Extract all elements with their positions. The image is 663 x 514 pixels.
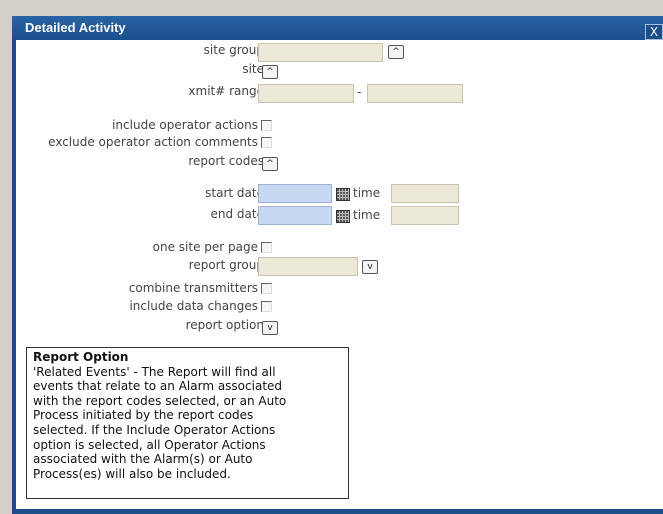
xmit-range-start-field[interactable] xyxy=(258,84,354,103)
dialog-titlebar: Detailed Activity xyxy=(12,16,663,40)
include-data-changes-label: include data changes xyxy=(129,299,258,313)
chevron-up-icon: ^ xyxy=(266,67,274,77)
start-date-label: start date xyxy=(205,186,264,200)
dialog-title: Detailed Activity xyxy=(25,20,126,35)
xmit-range-end-field[interactable] xyxy=(367,84,463,103)
calendar-icon[interactable] xyxy=(336,188,350,201)
tooltip-line: 'Related Events' - The Report will find … xyxy=(33,364,276,379)
start-time-field[interactable] xyxy=(391,184,459,203)
end-date-label: end date xyxy=(210,207,264,221)
start-date-field[interactable] xyxy=(258,184,332,203)
one-site-per-page-label: one site per page xyxy=(152,240,258,254)
site-group-label: site group xyxy=(203,43,264,57)
report-option-label: report option xyxy=(185,318,264,332)
chevron-up-icon: ^ xyxy=(392,47,400,57)
combine-transmitters-checkbox[interactable] xyxy=(261,283,272,294)
chevron-up-icon: ^ xyxy=(266,159,274,169)
start-time-label: time xyxy=(353,186,381,200)
report-option-tooltip: Report Option 'Related Events' - The Rep… xyxy=(26,347,349,499)
close-button[interactable]: X xyxy=(645,24,663,40)
tooltip-line: associated with the Alarm(s) or Auto xyxy=(33,452,253,467)
include-data-changes-checkbox[interactable] xyxy=(261,301,272,312)
tooltip-line: option is selected, all Operator Actions xyxy=(33,437,266,452)
site-label: site xyxy=(242,62,264,76)
tooltip-line: events that relate to an Alarm associate… xyxy=(33,379,283,394)
chevron-down-icon: v xyxy=(267,323,273,333)
chevron-down-icon: v xyxy=(367,262,373,272)
include-operator-actions-checkbox[interactable] xyxy=(261,120,272,131)
tooltip-line: with the report codes selected, or an Au… xyxy=(33,393,287,408)
combine-transmitters-label: combine transmitters xyxy=(128,281,258,295)
range-separator: - xyxy=(357,85,362,99)
close-icon: X xyxy=(649,25,659,39)
site-expand-button[interactable]: ^ xyxy=(262,65,278,79)
end-date-field[interactable] xyxy=(258,206,332,225)
site-group-field[interactable] xyxy=(258,43,383,62)
xmit-range-label: xmit# range xyxy=(188,84,264,98)
report-codes-expand-button[interactable]: ^ xyxy=(262,157,278,171)
report-option-dropdown-button[interactable]: v xyxy=(262,321,278,335)
site-group-expand-button[interactable]: ^ xyxy=(388,45,404,59)
report-codes-label: report codes xyxy=(188,154,264,168)
include-operator-actions-label: include operator actions xyxy=(112,118,258,132)
calendar-icon[interactable] xyxy=(336,210,350,223)
report-group-label: report group xyxy=(188,258,264,272)
tooltip-title: Report Option xyxy=(33,350,129,364)
exclude-operator-action-comments-checkbox[interactable] xyxy=(261,137,272,148)
report-group-dropdown-button[interactable]: v xyxy=(362,260,378,274)
one-site-per-page-checkbox[interactable] xyxy=(261,242,272,253)
tooltip-line: Process initiated by the report codes xyxy=(33,408,254,423)
report-group-field[interactable] xyxy=(258,257,358,276)
end-time-field[interactable] xyxy=(391,206,459,225)
tooltip-line: selected. If the Include Operator Action… xyxy=(33,422,276,437)
exclude-operator-action-comments-label: exclude operator action comments xyxy=(48,135,258,149)
tooltip-line: Process(es) will also be included. xyxy=(33,466,231,481)
end-time-label: time xyxy=(353,208,381,222)
